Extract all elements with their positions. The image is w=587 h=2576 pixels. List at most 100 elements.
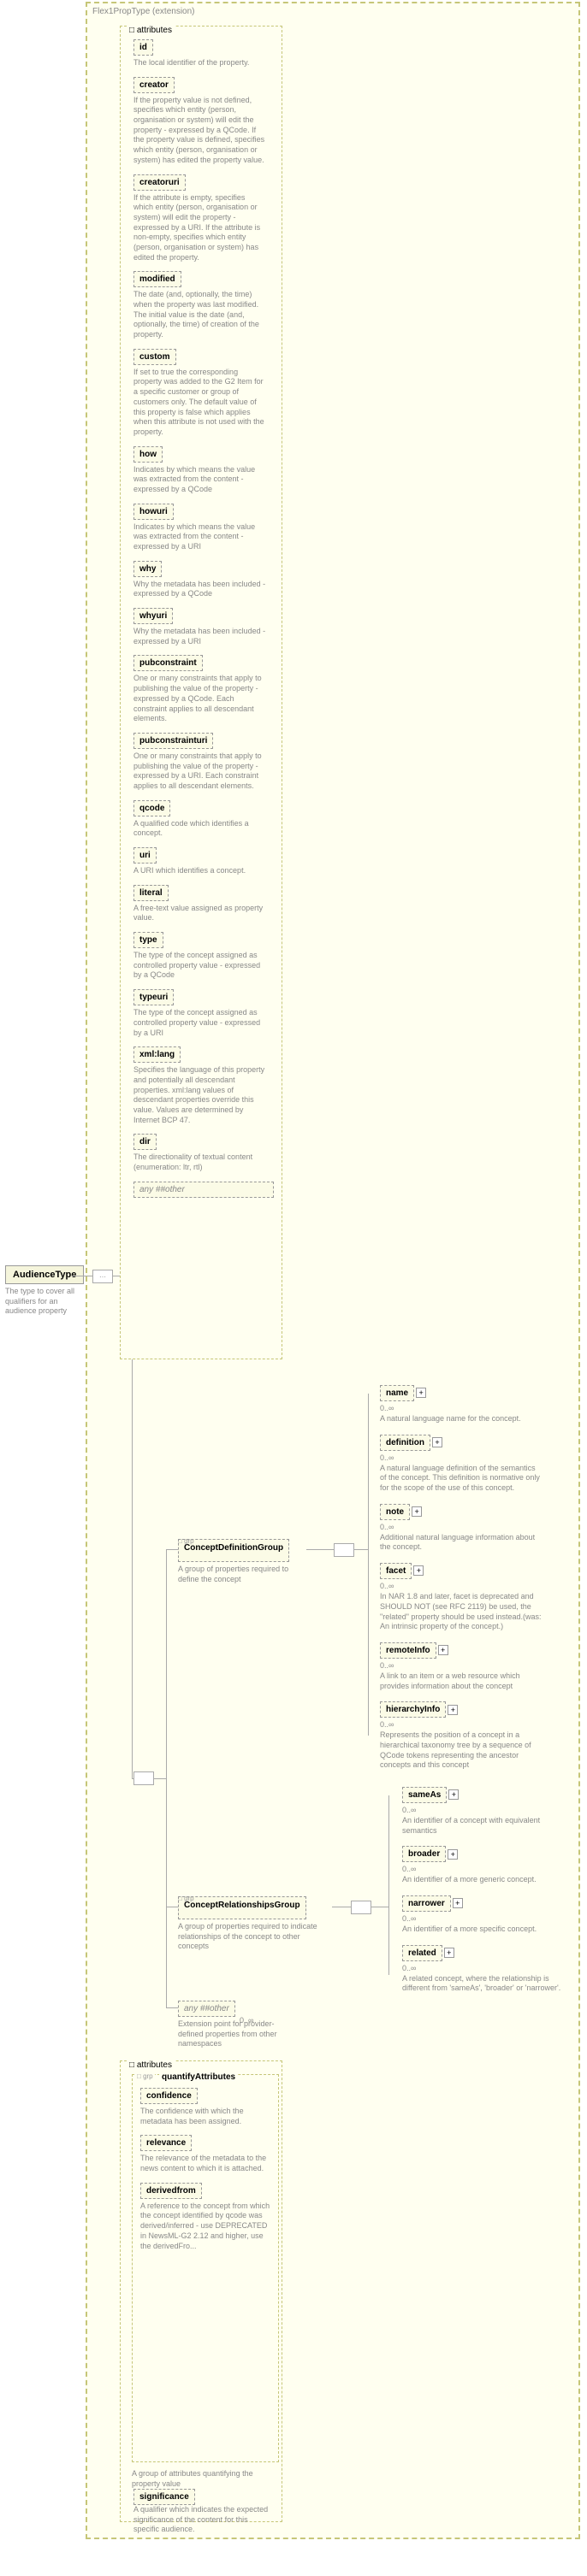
attr-desc: The directionality of textual content (e…: [133, 1152, 266, 1172]
attr-literal: literal: [133, 885, 169, 901]
cardinality: 0..∞: [402, 1914, 573, 1923]
expand-icon[interactable]: +: [432, 1437, 442, 1447]
crg-desc: A group of properties required to indica…: [178, 1922, 323, 1952]
any-other-node: any ##other: [178, 2001, 235, 2017]
element-sameAs: sameAs: [402, 1787, 447, 1803]
element-desc: Represents the position of a concept in …: [380, 1730, 543, 1771]
qa-name: quantifyAttributes: [159, 2072, 238, 2082]
element-remoteInfo: remoteInfo: [380, 1642, 436, 1659]
diagram-canvas: AudienceType The type to cover all quali…: [0, 0, 587, 2576]
element-name: name: [380, 1385, 414, 1401]
qa-attr-confidence: confidence: [140, 2088, 198, 2104]
attributes-header: □ attributes: [127, 26, 175, 35]
expand-icon[interactable]: +: [453, 1898, 463, 1908]
attr-pubconstraint: pubconstraint: [133, 655, 203, 671]
attr-desc: Specifies the language of this property …: [133, 1065, 266, 1125]
element-note: note: [380, 1504, 410, 1520]
qa-attr-desc: A reference to the concept from which th…: [140, 2202, 273, 2251]
element-desc: An identifier of a more specific concept…: [402, 1925, 565, 1935]
attr-desc: The local identifier of the property.: [133, 58, 266, 68]
extension-label: Flex1PropType (extension): [92, 7, 195, 16]
attr-desc: If the attribute is empty, specifies whi…: [133, 193, 266, 263]
cardinality: 0..∞: [402, 1865, 573, 1873]
attr-id: id: [133, 39, 153, 56]
cardinality: 0..∞: [380, 1404, 568, 1412]
attr-how: how: [133, 446, 163, 463]
element-desc: In NAR 1.8 and later, facet is deprecate…: [380, 1592, 543, 1632]
group-badge: □ grp: [135, 2072, 155, 2080]
qa-attr-derivedfrom: derivedfrom: [140, 2183, 202, 2199]
attr-desc: If set to true the corresponding propert…: [133, 368, 266, 438]
element-desc: An identifier of a concept with equivale…: [402, 1816, 565, 1836]
attr-desc: If the property value is not defined, sp…: [133, 96, 266, 166]
attr-desc: Why the metadata has been included - exp…: [133, 627, 266, 646]
attr-desc: One or many constraints that apply to pu…: [133, 752, 266, 792]
qa-attr-desc: The confidence with which the metadata h…: [140, 2107, 273, 2126]
element-desc: An identifier of a more generic concept.: [402, 1875, 565, 1885]
attr-custom: custom: [133, 349, 176, 365]
attr-desc: One or many constraints that apply to pu…: [133, 674, 266, 723]
attr-desc: The type of the concept assigned as cont…: [133, 1008, 266, 1038]
cardinality: 0..∞: [380, 1582, 568, 1590]
attr-typeuri: typeuri: [133, 989, 174, 1005]
concept-relationships-group: ConceptRelationshipsGroup: [178, 1896, 306, 1919]
group-badge: □ grp: [178, 1895, 194, 1902]
expand-icon[interactable]: +: [438, 1645, 448, 1655]
attr-howuri: howuri: [133, 504, 174, 520]
attributes-header-2: □ attributes: [127, 2060, 175, 2070]
attr-desc: A qualified code which identifies a conc…: [133, 819, 266, 839]
expand-icon[interactable]: +: [413, 1565, 424, 1576]
crg-children: sameAs+0..∞An identifier of a concept wi…: [402, 1787, 573, 2004]
expand-icon[interactable]: +: [448, 1789, 459, 1800]
cardinality: 0..∞: [380, 1720, 568, 1729]
element-desc: Additional natural language information …: [380, 1533, 543, 1553]
element-definition: definition: [380, 1435, 430, 1451]
element-broader: broader: [402, 1846, 446, 1862]
cardinality: 0..∞: [380, 1661, 568, 1670]
expand-icon[interactable]: +: [412, 1506, 422, 1517]
attr-desc: A free-text value assigned as property v…: [133, 904, 266, 923]
expand-icon[interactable]: +: [444, 1948, 454, 1958]
attr-creator: creator: [133, 77, 175, 93]
attr-desc: The type of the concept assigned as cont…: [133, 951, 266, 981]
attr-desc: Why the metadata has been included - exp…: [133, 580, 266, 599]
attr-desc: The date (and, optionally, the time) whe…: [133, 290, 266, 339]
cdg-desc: A group of properties required to define…: [178, 1565, 311, 1584]
any-other-attr: any ##other: [133, 1182, 274, 1198]
attr-desc: Indicates by which means the value was e…: [133, 465, 266, 495]
attr-qcode: qcode: [133, 800, 170, 816]
attr-desc: Indicates by which means the value was e…: [133, 522, 266, 552]
cdg-children: name+0..∞A natural language name for the…: [380, 1385, 568, 1781]
element-narrower: narrower: [402, 1895, 451, 1912]
cardinality: 0..∞: [380, 1453, 568, 1462]
expand-icon[interactable]: +: [416, 1388, 426, 1398]
qa-desc: A group of attributes quantifying the pr…: [132, 2469, 274, 2489]
group-badge: □ grp: [178, 1537, 194, 1545]
attr-type: type: [133, 932, 163, 948]
expand-icon[interactable]: +: [448, 1849, 458, 1860]
qa-children: confidence The confidence with which the …: [140, 2088, 274, 2260]
attr-modified: modified: [133, 271, 181, 287]
element-desc: A natural language name for the concept.: [380, 1414, 543, 1424]
attr-dir: dir: [133, 1134, 157, 1150]
attr-desc: A URI which identifies a concept.: [133, 866, 266, 876]
any-desc: Extension point for provider-defined pro…: [178, 2019, 298, 2049]
element-desc: A link to an item or a web resource whic…: [380, 1671, 543, 1691]
attr-why: why: [133, 561, 162, 577]
cardinality: 0..∞: [402, 1806, 573, 1814]
compositor-dots: ⋯: [99, 1273, 106, 1281]
sequence-compositor-icon: [351, 1901, 371, 1914]
element-desc: A related concept, where the relationshi…: [402, 1974, 565, 1994]
sequence-compositor-icon: [133, 1771, 154, 1785]
expand-icon[interactable]: +: [448, 1705, 458, 1715]
concept-definition-group: ConceptDefinitionGroup: [178, 1539, 289, 1562]
attribute-list: id The local identifier of the property. c…: [133, 39, 274, 1198]
qa-attr-relevance: relevance: [140, 2135, 192, 2151]
attr-uri: uri: [133, 847, 157, 864]
attr-creatoruri: creatoruri: [133, 174, 186, 191]
element-facet: facet: [380, 1563, 412, 1579]
root-type-node: AudienceType: [5, 1265, 84, 1284]
significance-desc: A qualifier which indicates the expected…: [133, 2505, 270, 2535]
attr-xml:lang: xml:lang: [133, 1046, 181, 1063]
attr-whyuri: whyuri: [133, 608, 173, 624]
